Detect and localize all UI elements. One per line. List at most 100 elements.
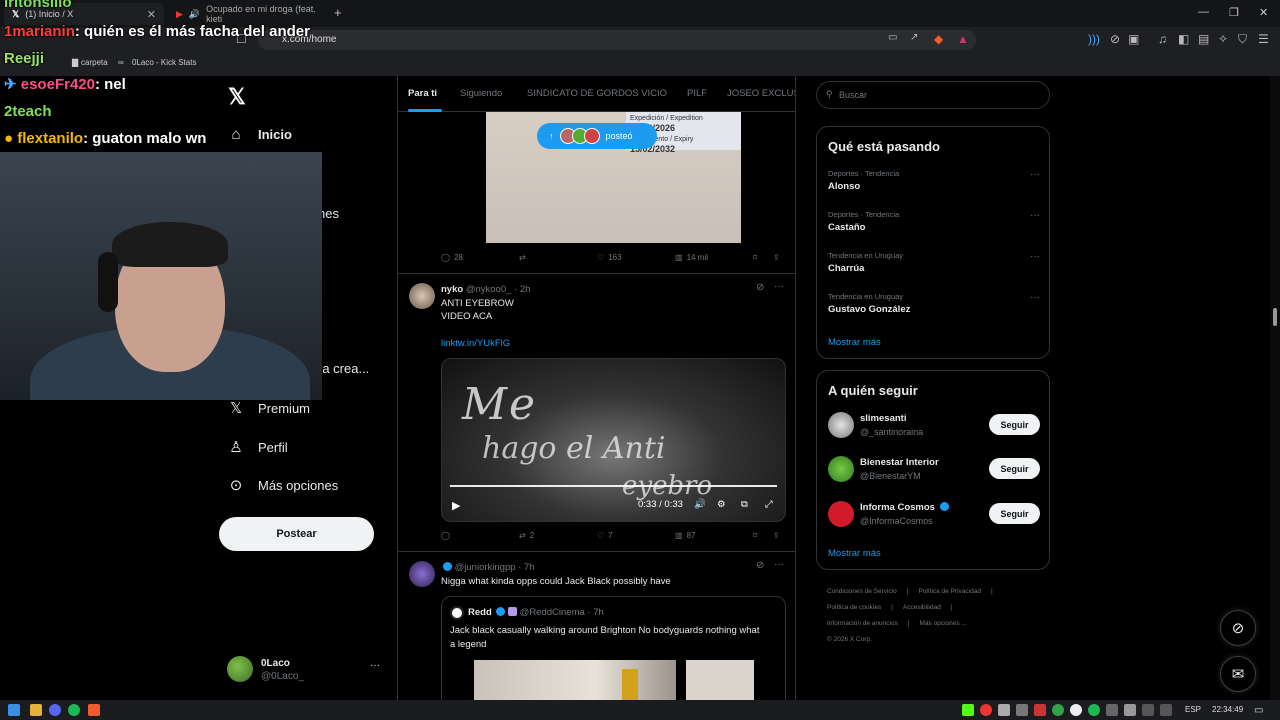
video-progress-bar[interactable] [450,485,777,487]
follow-suggestion[interactable]: slimesanti @_santinoraina Seguir [828,410,1040,440]
footer-link[interactable]: Accesibilidad [903,604,941,611]
bookmark-icon[interactable]: ⌑ [753,253,757,262]
kick-tray-icon[interactable] [962,704,974,716]
extension-icon[interactable]: ▣ [1128,32,1139,46]
discord-icon[interactable] [49,704,61,716]
address-bar[interactable]: x.com/home [258,30,976,50]
follow-suggestion[interactable]: Informa Cosmos @InformaCosmos Seguir [828,499,1040,529]
file-explorer-icon[interactable] [30,704,42,716]
reply-button[interactable]: ◯ [441,531,454,540]
x-logo-icon[interactable]: 𝕏 [228,84,246,110]
window-close-icon[interactable]: ✕ [1259,6,1268,19]
footer-link[interactable]: Más opciones ... [920,620,967,627]
show-more-link[interactable]: Mostrar más [828,548,881,559]
speech-icon[interactable]: ))) [1088,32,1100,46]
video-player[interactable]: Me hago el Anti eyebro ▶ 0:33 / 0:33 🔊 ⚙… [441,358,786,522]
tab-x-home[interactable]: 𝕏 (1) Inicio / X ✕ [4,3,164,25]
author-handle[interactable]: @juniorkingpp [455,562,516,573]
windows-start-icon[interactable] [8,704,20,716]
wallet-icon[interactable]: ▤ [1198,32,1209,46]
more-dots-icon[interactable]: ··· [774,559,784,570]
tray-icon[interactable] [1106,704,1118,716]
more-dots-icon[interactable]: ··· [1030,169,1040,180]
tab-list[interactable]: SINDICATO DE GORDOS VICIO [527,88,667,99]
tray-icon[interactable] [1124,704,1136,716]
post-time[interactable]: · 7h [518,562,534,573]
footer-link[interactable]: Política de Privacidad [918,588,981,595]
follow-button[interactable]: Seguir [989,414,1040,435]
bookmark-kick-stats[interactable]: 0Laco - Kick Stats [132,58,196,67]
volume-icon[interactable]: 🔊 [694,499,706,510]
tab-youtube[interactable]: ▶ 🔊 Ocupado en mi droga (feat. kieti [168,3,328,25]
trend-item[interactable]: Tendencia en Uruguay Gustavo González ··… [828,292,1040,315]
share-icon[interactable]: ⇪ [773,253,780,262]
nav-item-home[interactable]: ⌂ Inicio [228,126,291,143]
like-button[interactable]: ♡ 163 [597,253,622,262]
search-input[interactable]: ⚲ Buscar [816,81,1050,109]
bookmark-icon[interactable]: ⌑ [753,531,757,540]
nav-item-more[interactable]: ⊙ Más opciones [228,476,339,494]
language-indicator[interactable]: ESP [1185,705,1201,714]
post-time[interactable]: · 2h [514,284,530,295]
mic-off-icon[interactable]: ⊘ [1110,32,1120,46]
new-posts-pill[interactable]: ↑ posteó [537,123,657,149]
trend-item[interactable]: Deportes · Tendencia Alonso ··· [828,169,1040,192]
screen-icon[interactable]: ▭ [888,32,897,43]
nav-item-creators[interactable]: ra crea... [318,361,369,376]
brave-rewards-icon[interactable]: ▲ [957,32,969,46]
tab-following[interactable]: Siguiendo [460,88,502,99]
repost-button[interactable]: ⇄ 2 [519,531,534,540]
repost-button[interactable]: ⇄ [519,253,530,262]
new-tab-button[interactable]: + [334,5,342,20]
grok-icon[interactable]: ⊘ [756,282,764,293]
grok-icon[interactable]: ⊘ [1220,610,1256,646]
tab-list[interactable]: JOSEO EXCLUSI [727,88,795,99]
avatar[interactable] [409,561,435,587]
notifications-icon[interactable]: ▭ [1254,705,1263,716]
maximize-icon[interactable]: ❐ [1229,6,1239,19]
music-icon[interactable]: ♫ [1158,32,1167,46]
bookmark-carpeta[interactable]: carpeta [81,58,108,67]
volume-tray-icon[interactable] [1160,704,1172,716]
more-dots-icon[interactable]: ··· [1030,210,1040,221]
share-icon[interactable]: ⇪ [773,531,780,540]
follow-button[interactable]: Seguir [989,458,1040,479]
footer-link[interactable]: Política de cookies [827,604,881,611]
trend-item[interactable]: Tendencia en Uruguay Charrúa ··· [828,251,1040,274]
tray-icon[interactable] [998,704,1010,716]
quote-media[interactable] [474,660,676,700]
tray-icon[interactable] [980,704,992,716]
more-dots-icon[interactable]: ··· [774,281,784,292]
reply-button[interactable]: ◯ 28 [441,253,463,262]
post-link[interactable]: linktw.in/YUkFlG [441,337,510,351]
avatar[interactable] [409,283,435,309]
brave-shield-icon[interactable]: ◆ [934,32,943,46]
post-button[interactable]: Postear [219,517,374,551]
minimize-icon[interactable]: — [1198,6,1209,18]
play-icon[interactable]: ▶ [452,499,460,512]
tray-icon[interactable] [1016,704,1028,716]
views-button[interactable]: ▥ 14 mil [675,253,708,262]
leo-icon[interactable]: ✧ [1218,32,1228,46]
spotify-tray-icon[interactable] [1088,704,1100,716]
follow-button[interactable]: Seguir [989,503,1040,524]
footer-link[interactable]: Información de anuncios [827,620,898,627]
network-icon[interactable] [1142,704,1154,716]
author-handle[interactable]: @nykoo0_ [466,284,512,295]
account-switcher[interactable]: 0Laco @0Laco_ ··· [227,656,387,686]
quoted-post[interactable]: Redd @ReddCinema · 7h Jack black casuall… [441,596,786,700]
more-dots-icon[interactable]: ··· [370,660,380,671]
nav-item-profile[interactable]: ♙ Perfil [228,438,287,456]
tray-icon[interactable] [1052,704,1064,716]
scrollbar-thumb[interactable] [1273,308,1277,326]
author-name[interactable]: nyko [441,284,463,295]
scrollbar[interactable] [1270,76,1280,700]
close-icon[interactable]: ✕ [147,8,156,21]
vpn-icon[interactable]: ⛉ [1238,32,1247,47]
brave-icon[interactable] [88,704,100,716]
more-dots-icon[interactable]: ··· [1030,251,1040,262]
bookmark-icon[interactable]: ☐ [236,32,247,46]
pip-icon[interactable]: ⧉ [741,499,748,510]
more-dots-icon[interactable]: ··· [1030,292,1040,303]
quote-media[interactable] [686,660,754,700]
